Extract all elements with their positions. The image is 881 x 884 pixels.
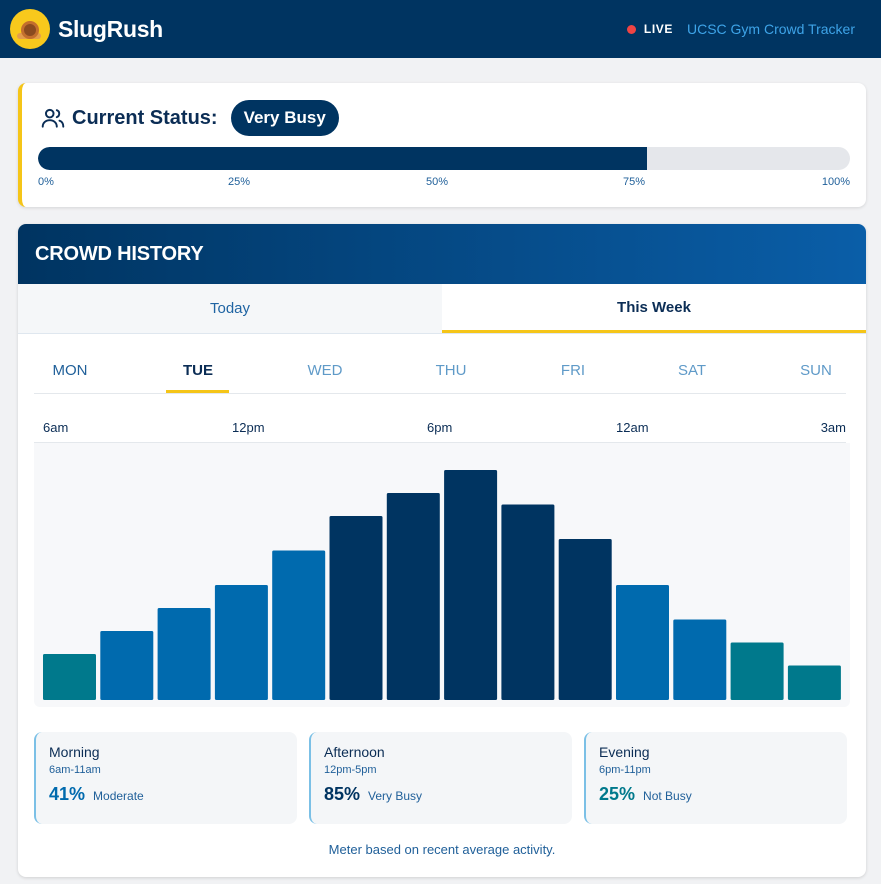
crowd-history-title: CROWD HISTORY [35,242,204,265]
period-name: Afternoon [324,744,385,760]
period-level: Moderate [93,789,144,803]
tab-this-week[interactable]: This Week [442,284,866,333]
crowd-meter-fill [38,147,647,170]
crowd-bar[interactable] [386,493,440,700]
crowd-bar[interactable] [444,470,498,700]
period-percent: 41% [49,784,86,804]
hour-label: 6am [43,420,69,435]
period-percent: 25% [599,784,636,804]
crowd-bar[interactable] [673,619,727,701]
day-tab-sat[interactable]: SAT [652,362,732,379]
hour-axis: 6am 12pm 6pm 12am 3am [34,420,846,436]
selected-day-indicator [166,390,229,393]
day-tab-wed[interactable]: WED [285,362,365,379]
top-bar: SlugRush LIVE UCSC Gym Crowd Tracker [0,0,881,58]
day-tab-mon[interactable]: MON [30,362,110,379]
crowd-bar[interactable] [329,516,383,700]
period-range: 12pm-5pm [324,764,377,776]
current-status-card: Current Status: Very Busy 0% 25% 50% 75%… [18,83,866,207]
scale-label: 75% [623,176,646,188]
day-tab-thu[interactable]: THU [411,362,491,379]
crowd-bar[interactable] [157,608,211,700]
period-level: Not Busy [643,789,692,803]
footnote: Meter based on recent average activity. [328,842,556,857]
scale-label: 100% [821,176,850,188]
period-card-evening: Evening 6pm-11pm 25% Not Busy [584,732,847,824]
users-icon [41,108,65,128]
period-percent: 85% [324,784,361,804]
crowd-bar[interactable] [616,585,669,700]
period-summaries: Morning 6am-11am 41% Moderate Afternoon … [34,732,850,824]
period-name: Evening [599,744,650,760]
scale-label: 50% [426,176,449,188]
day-tab-sun[interactable]: SUN [776,362,856,379]
status-header: Current Status: Very Busy [40,100,339,136]
hour-label: 6pm [427,420,453,435]
scale-label: 25% [228,176,251,188]
crowd-meter [38,147,850,170]
period-card-afternoon: Afternoon 12pm-5pm 85% Very Busy [309,732,572,824]
period-name: Morning [49,744,100,760]
crowd-history-card: CROWD HISTORY Today This Week MON TUE WE… [18,224,866,877]
hour-label: 3am [820,420,846,435]
status-label: Current Status: [72,106,218,129]
scale-label: 0% [38,176,54,188]
period-card-morning: Morning 6am-11am 41% Moderate [34,732,297,824]
day-selector: MON TUE WED THU FRI SAT SUN [34,350,846,394]
day-tab-fri[interactable]: FRI [533,362,613,379]
period-range: 6pm-11pm [599,764,651,776]
crowd-bar[interactable] [787,665,841,701]
crowd-bar[interactable] [272,550,326,701]
crowd-bars [43,470,841,701]
crowd-bar[interactable] [43,654,96,700]
crowd-bar[interactable] [214,585,268,700]
status-badge: Very Busy [230,100,339,136]
crowd-meter-scale: 0% 25% 50% 75% 100% [38,176,850,190]
live-dot-icon [626,24,636,34]
tracker-link[interactable]: UCSC Gym Crowd Tracker [687,21,855,37]
hour-label: 12am [616,420,649,435]
day-tab-tue[interactable]: TUE [158,362,238,379]
crowd-history-header: CROWD HISTORY [18,224,866,284]
crowd-bar[interactable] [730,642,784,701]
header-status: LIVE UCSC Gym Crowd Tracker [626,21,871,37]
crowd-bar[interactable] [100,631,154,700]
period-level: Very Busy [368,789,423,803]
brand-name[interactable]: SlugRush [58,16,163,43]
crowd-bar[interactable] [558,539,612,700]
slug-logo-icon[interactable] [10,9,50,49]
period-range: 6am-11am [49,764,101,776]
live-label: LIVE [643,22,673,36]
crowd-bar-chart [34,443,850,707]
hour-label: 12pm [232,420,265,435]
history-tabs: Today This Week [18,284,866,334]
crowd-bar[interactable] [501,504,555,701]
tab-today[interactable]: Today [18,284,442,333]
